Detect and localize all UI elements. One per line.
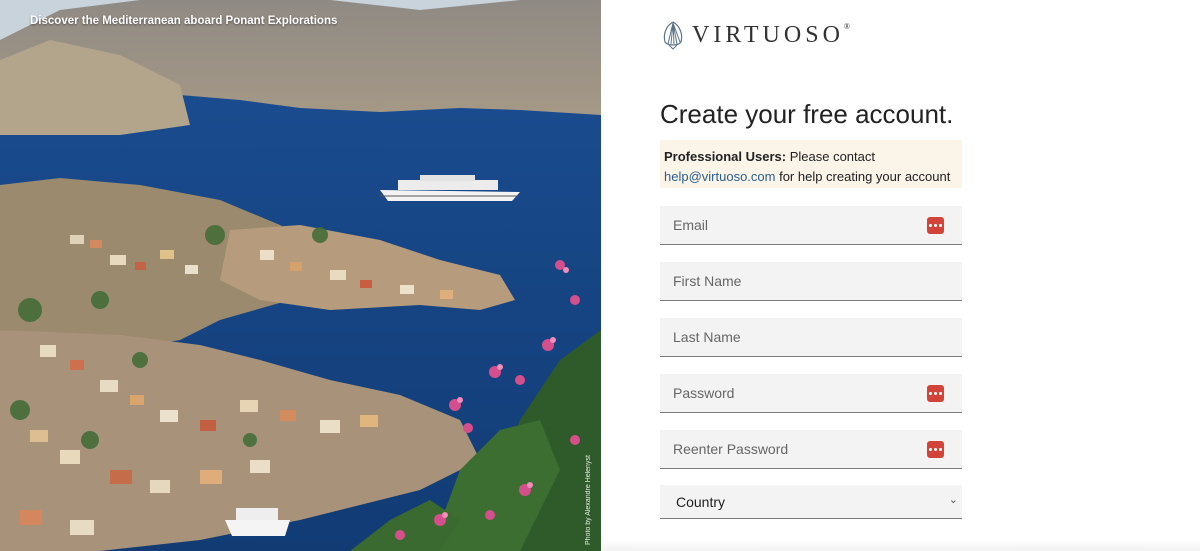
reenter-password-field[interactable] bbox=[660, 430, 962, 468]
notice-text-suffix: for help creating your account bbox=[775, 169, 951, 184]
email-field[interactable] bbox=[660, 206, 962, 244]
country-select[interactable]: Country ⌄ bbox=[660, 485, 962, 519]
signup-panel: VIRTUOSO® Create your free account. Prof… bbox=[601, 0, 1200, 551]
reenter-password-field-wrapper bbox=[660, 430, 962, 469]
virtuoso-logo[interactable]: VIRTUOSO® bbox=[660, 20, 850, 50]
photo-credit: Photo by Alexandre Helenyst bbox=[585, 455, 592, 545]
page-title: Create your free account. bbox=[660, 99, 954, 129]
password-field-wrapper bbox=[660, 374, 962, 413]
last-name-field[interactable] bbox=[660, 318, 962, 356]
first-name-field-wrapper bbox=[660, 262, 962, 301]
password-field[interactable] bbox=[660, 374, 962, 412]
email-field-wrapper bbox=[660, 206, 962, 245]
notice-text: Please contact bbox=[786, 149, 875, 164]
shell-icon bbox=[663, 21, 683, 50]
last-name-field-wrapper bbox=[660, 318, 962, 357]
notice-bold-label: Professional Users: bbox=[664, 149, 787, 164]
password-manager-icon[interactable] bbox=[927, 385, 944, 402]
logo-text: VIRTUOSO® bbox=[692, 21, 850, 48]
help-email-link[interactable]: help@virtuoso.com bbox=[664, 169, 775, 184]
professional-users-notice: Professional Users: Please contact help@… bbox=[660, 140, 962, 188]
password-manager-icon[interactable] bbox=[927, 217, 944, 234]
first-name-field[interactable] bbox=[660, 262, 962, 300]
password-manager-icon[interactable] bbox=[927, 441, 944, 458]
hero-illustration bbox=[0, 0, 601, 551]
hero-caption: Discover the Mediterranean aboard Ponant… bbox=[30, 15, 338, 27]
country-select-value: Country bbox=[676, 493, 726, 510]
hero-image: Discover the Mediterranean aboard Ponant… bbox=[0, 0, 601, 551]
bottom-fade bbox=[601, 540, 1200, 551]
chevron-down-icon: ⌄ bbox=[948, 494, 958, 506]
